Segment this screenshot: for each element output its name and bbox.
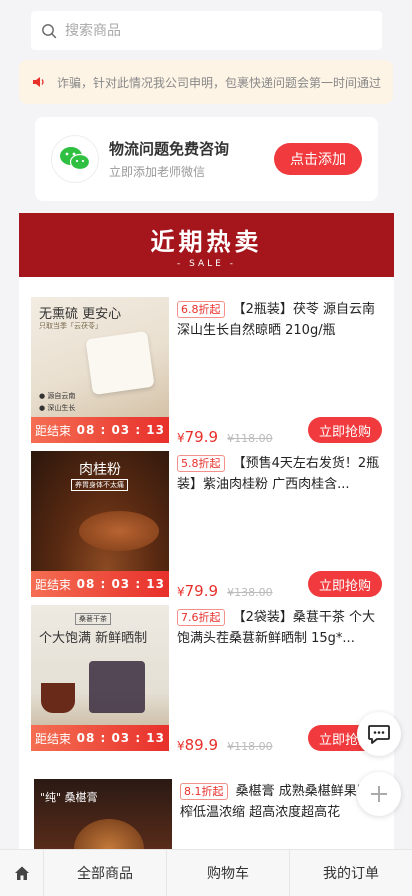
consult-title: 物流问题免费咨询 — [109, 140, 230, 158]
original-price: ¥118.00 — [227, 432, 273, 445]
home-icon — [14, 866, 29, 880]
tab-all-products[interactable]: 全部商品 — [43, 850, 166, 896]
search-bar[interactable] — [31, 11, 382, 50]
consult-subtitle: 立即添加老师微信 — [109, 165, 206, 179]
price-block: ¥79.9 ¥138.00 — [177, 581, 273, 600]
product-image[interactable]: 肉桂粉 养胃身体不太痛 距结束 08 : 03 : 13 — [31, 451, 169, 597]
currency-symbol: ¥ — [177, 585, 185, 599]
countdown-timer: 08 : 03 : 13 — [76, 423, 165, 437]
discount-badge: 8.1折起 — [180, 783, 228, 800]
product-list: 无熏硫 更安心 只取当季「云茯苓」 ● 源自云南 ● 深山生长 距结束 08 :… — [19, 277, 394, 857]
countdown-bar: 距结束 08 : 03 : 13 — [31, 571, 169, 597]
countdown-timer: 08 : 03 : 13 — [76, 577, 165, 591]
product-image[interactable]: "纯" 桑椹膏 — [34, 779, 172, 857]
original-price: ¥118.00 — [227, 740, 273, 753]
notice-text: 诈骗，针对此情况我公司申明，包裹快递问题会第一时间通过 — [57, 75, 382, 90]
discount-badge: 7.6折起 — [177, 609, 225, 626]
buy-now-button[interactable]: 立即抢购 — [308, 571, 382, 597]
discount-badge: 5.8折起 — [177, 455, 225, 472]
product-title-block[interactable]: 7.6折起 【2袋装】桑葚干茶 个大饱满头茬桑葚新鲜晒制 15g*... — [177, 607, 383, 649]
image-caption: 无熏硫 更安心 — [39, 307, 122, 322]
product-image[interactable]: 桑葚干茶 个大饱满 新鲜晒制 距结束 08 : 03 : 13 — [31, 605, 169, 751]
tab-my-orders[interactable]: 我的订单 — [289, 850, 412, 896]
currency-symbol: ¥ — [177, 431, 185, 445]
product-title-block[interactable]: 8.1折起 桑椹膏 成熟桑椹鲜果压榨低温浓缩 超高浓度超高花 — [180, 781, 380, 823]
chat-button[interactable] — [357, 712, 401, 756]
tab-home[interactable] — [0, 850, 43, 896]
wechat-icon — [51, 135, 99, 183]
countdown-label: 距结束 — [35, 577, 72, 592]
product-image[interactable]: 无熏硫 更安心 只取当季「云茯苓」 ● 源自云南 ● 深山生长 距结束 08 :… — [31, 297, 169, 443]
tab-cart[interactable]: 购物车 — [166, 850, 289, 896]
search-icon — [42, 23, 57, 38]
countdown-bar: 距结束 08 : 03 : 13 — [31, 417, 169, 443]
countdown-label: 距结束 — [35, 423, 72, 438]
add-wechat-button[interactable]: 点击添加 — [274, 143, 362, 175]
plus-icon — [371, 786, 387, 802]
chat-icon — [368, 725, 390, 744]
product-item[interactable]: 肉桂粉 养胃身体不太痛 距结束 08 : 03 : 13 5.8折起 【预售4天… — [19, 451, 394, 600]
product-item[interactable]: 无熏硫 更安心 只取当季「云茯苓」 ● 源自云南 ● 深山生长 距结束 08 :… — [19, 297, 394, 446]
notice-bar[interactable]: 诈骗，针对此情况我公司申明，包裹快递问题会第一时间通过 — [19, 60, 393, 104]
product-title-block[interactable]: 6.8折起 【2瓶装】茯苓 源自云南深山生长自然晾晒 210g/瓶 — [177, 299, 383, 341]
price-block: ¥79.9 ¥118.00 — [177, 427, 273, 446]
image-caption: ● 源自云南 — [39, 392, 76, 400]
plus-button[interactable] — [357, 772, 401, 816]
image-caption: 桑葚干茶 — [75, 613, 111, 625]
consult-card: 物流问题免费咨询 立即添加老师微信 点击添加 — [35, 117, 378, 201]
buy-now-button[interactable]: 立即抢购 — [308, 417, 382, 443]
banner-subtitle: - SALE - — [177, 258, 236, 269]
image-caption: 肉桂粉 — [79, 462, 121, 478]
image-caption: "纯" 桑椹膏 — [40, 791, 98, 804]
countdown-bar: 距结束 08 : 03 : 13 — [31, 725, 169, 751]
image-caption: 养胃身体不太痛 — [71, 479, 128, 491]
product-price: 79.9 — [184, 428, 219, 446]
countdown-timer: 08 : 03 : 13 — [76, 731, 165, 745]
image-caption: 只取当季「云茯苓」 — [39, 322, 102, 330]
speaker-icon — [33, 77, 44, 87]
product-item[interactable]: 桑葚干茶 个大饱满 新鲜晒制 距结束 08 : 03 : 13 7.6折起 【2… — [19, 605, 394, 754]
original-price: ¥138.00 — [227, 586, 273, 599]
product-item[interactable]: "纯" 桑椹膏 8.1折起 桑椹膏 成熟桑椹鲜果压榨低温浓缩 超高浓度超高花 — [19, 779, 394, 857]
price-block: ¥89.9 ¥118.00 — [177, 735, 273, 754]
product-price: 79.9 — [184, 582, 219, 600]
product-title-block[interactable]: 5.8折起 【预售4天左右发货！2瓶装】紫油肉桂粉 广西肉桂含... — [177, 453, 383, 495]
product-price: 89.9 — [184, 736, 219, 754]
discount-badge: 6.8折起 — [177, 301, 225, 318]
bottom-tab-bar: 全部商品 购物车 我的订单 — [0, 849, 412, 896]
hot-sale-banner: 近期热卖 - SALE - — [19, 213, 394, 277]
banner-title: 近期热卖 — [150, 226, 263, 256]
search-input[interactable] — [65, 22, 345, 39]
countdown-label: 距结束 — [35, 731, 72, 746]
image-caption: ● 深山生长 — [39, 404, 76, 412]
image-caption: 个大饱满 新鲜晒制 — [39, 631, 148, 646]
currency-symbol: ¥ — [177, 739, 185, 753]
